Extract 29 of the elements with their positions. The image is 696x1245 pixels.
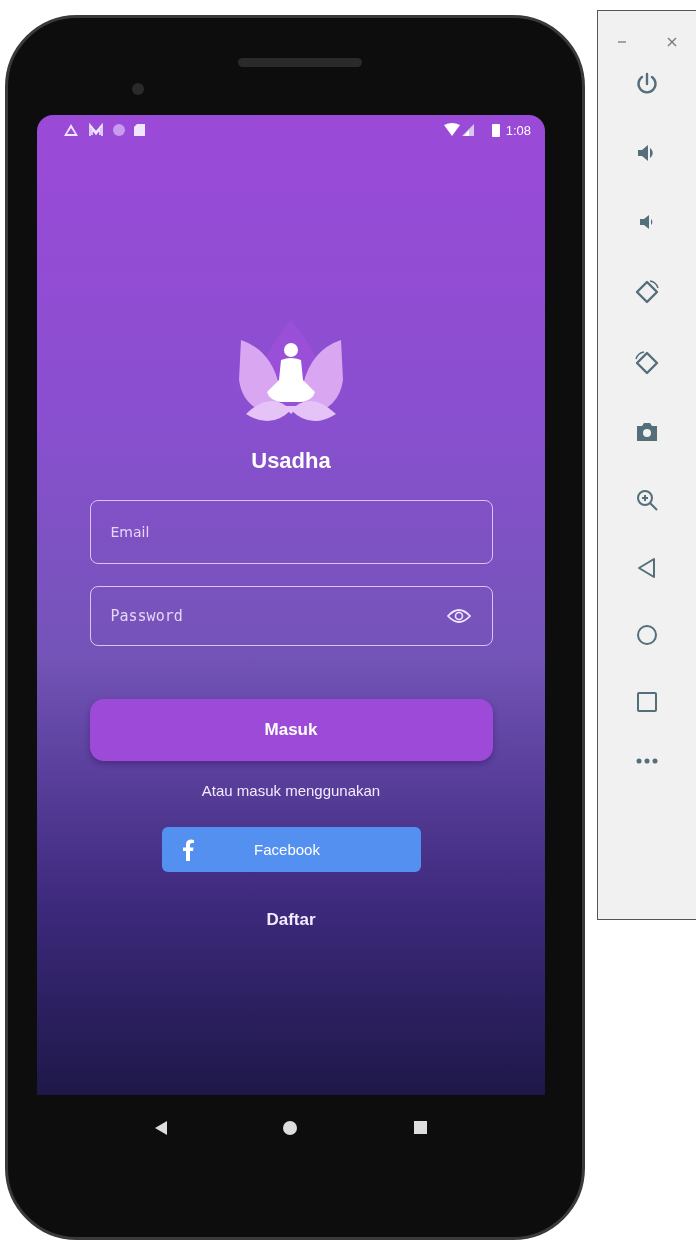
email-field[interactable]: Email [89,500,493,564]
close-icon[interactable] [667,37,677,47]
register-link[interactable]: Daftar [266,908,316,932]
more-icon[interactable] [636,758,658,764]
camera-icon[interactable] [635,421,659,443]
mail-icon [88,122,104,138]
home-icon[interactable] [283,1120,298,1135]
clock: 1:08 [505,122,531,138]
recents-icon[interactable] [413,1121,427,1134]
facebook-button[interactable]: Facebook [161,827,421,872]
login-button[interactable]: Masuk [89,699,493,761]
sd-card-icon [134,124,145,136]
back-icon[interactable] [155,1120,168,1135]
rotate-right-icon[interactable] [634,350,660,376]
circle-icon [113,124,125,136]
battery-icon [491,123,500,137]
drive-icon [63,122,79,138]
alternative-login-text: Atau masuk menggunakan [201,781,381,801]
overview-square-icon[interactable] [636,691,658,713]
zoom-in-icon[interactable] [635,488,659,512]
password-field[interactable]: Password [89,586,493,646]
camera-dot [132,83,144,95]
home-circle-icon[interactable] [636,624,658,646]
back-triangle-icon[interactable] [637,557,657,579]
power-icon[interactable] [635,72,659,96]
app-title: Usadha [251,447,331,475]
rotate-left-icon[interactable] [634,279,660,305]
facebook-icon [181,838,194,861]
eye-icon[interactable] [446,608,471,624]
